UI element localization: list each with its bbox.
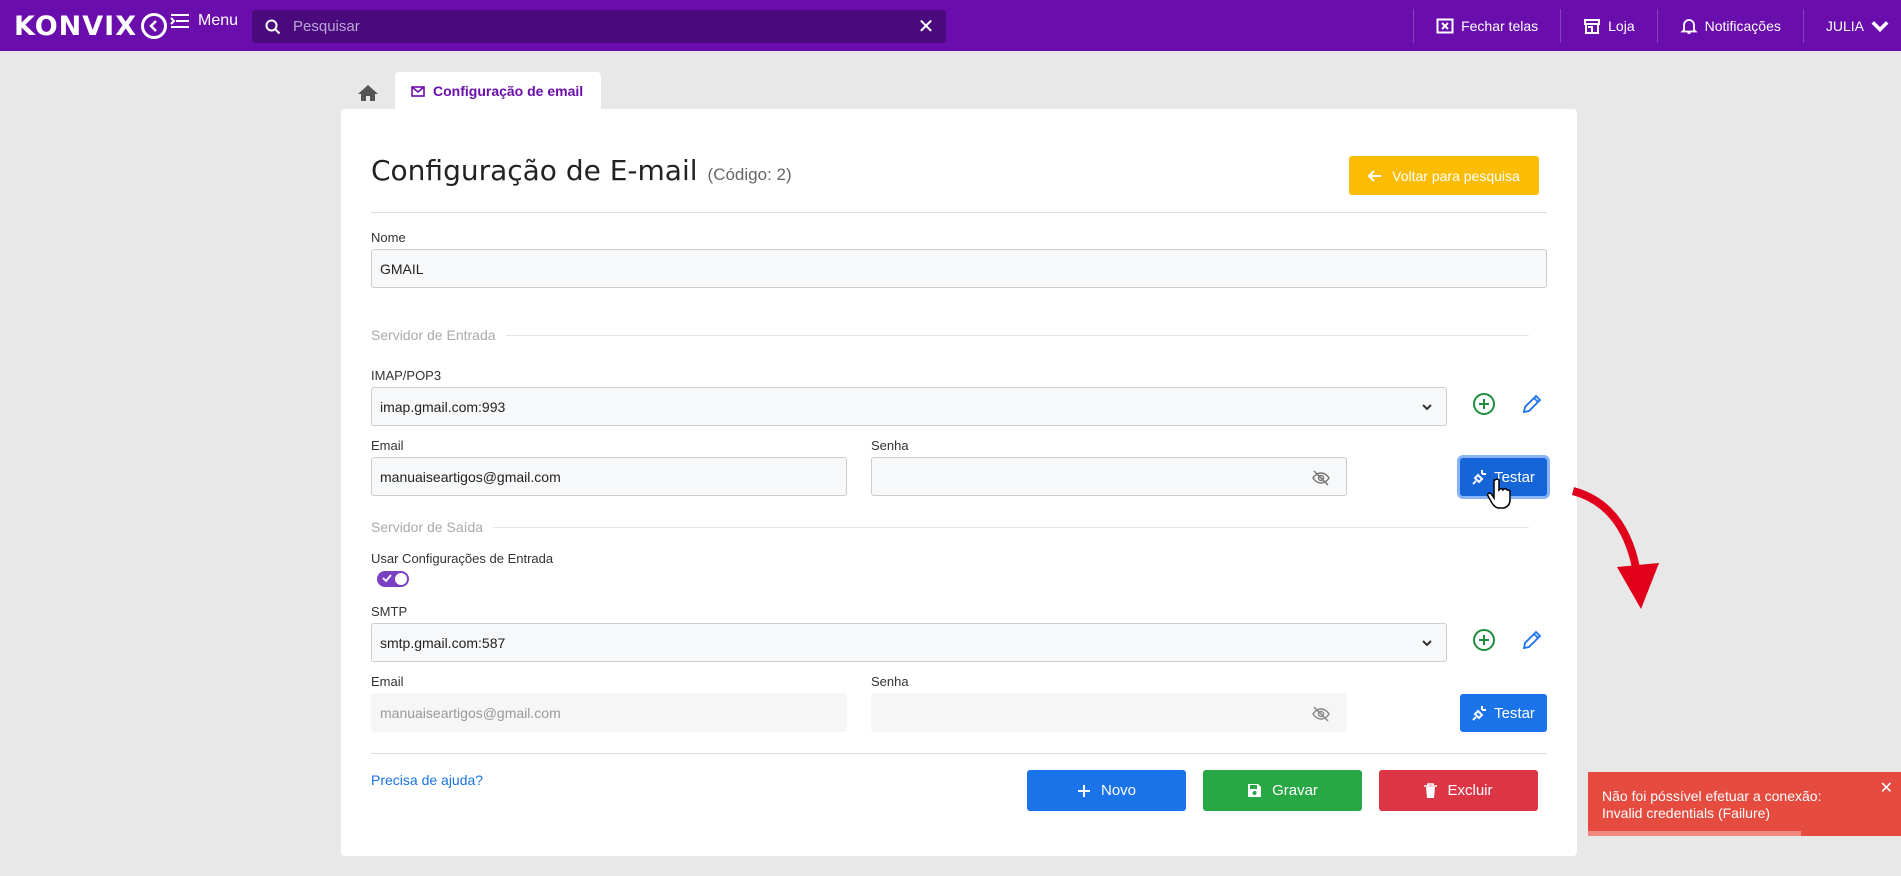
bell-icon bbox=[1679, 18, 1698, 34]
chevron-down-icon bbox=[1422, 404, 1432, 411]
notifications-button[interactable]: Notificações bbox=[1658, 17, 1803, 35]
incoming-email-field[interactable]: manuaiseartigos@gmail.com bbox=[371, 457, 847, 496]
outgoing-password-label: Senha bbox=[871, 674, 909, 689]
save-button-label: Gravar bbox=[1272, 782, 1318, 799]
close-window-icon bbox=[1436, 18, 1454, 33]
incoming-email-label: Email bbox=[371, 438, 404, 453]
plug-icon bbox=[1472, 470, 1487, 485]
edit-smtp-server-button[interactable] bbox=[1518, 626, 1546, 654]
eye-off-icon[interactable] bbox=[1312, 469, 1330, 487]
divider bbox=[493, 526, 1529, 528]
error-toast: Não foi póssível efetuar a conexão: Inva… bbox=[1588, 772, 1901, 836]
divider bbox=[505, 334, 1529, 336]
test-outgoing-button[interactable]: Testar bbox=[1460, 694, 1547, 732]
outgoing-email-value: manuaiseartigos@gmail.com bbox=[380, 704, 561, 721]
page-title: Configuração de E-mail (Código: 2) bbox=[371, 154, 792, 187]
chevron-down-icon bbox=[1422, 640, 1432, 647]
imap-server-select[interactable]: imap.gmail.com:993 bbox=[371, 387, 1447, 426]
imap-label: IMAP/POP3 bbox=[371, 368, 442, 383]
imap-server-value: imap.gmail.com:993 bbox=[380, 398, 506, 415]
user-menu[interactable]: JULIA bbox=[1804, 17, 1901, 35]
smtp-label: SMTP bbox=[371, 604, 408, 619]
test-outgoing-label: Testar bbox=[1494, 704, 1535, 722]
store-button[interactable]: Loja bbox=[1561, 17, 1656, 35]
brand-name: KONVIX bbox=[14, 10, 138, 42]
outgoing-email-label: Email bbox=[371, 674, 404, 689]
incoming-section-title: Servidor de Entrada bbox=[371, 327, 496, 343]
incoming-password-label: Senha bbox=[871, 438, 909, 453]
smtp-server-select[interactable]: smtp.gmail.com:587 bbox=[371, 623, 1447, 662]
clear-search-icon[interactable]: ✕ bbox=[916, 16, 936, 38]
red-arrow-annotation-icon bbox=[1571, 487, 1659, 609]
name-field[interactable]: GMAIL bbox=[371, 249, 1547, 288]
incoming-server-section: Servidor de Entrada bbox=[371, 327, 1529, 343]
floppy-disk-icon bbox=[1248, 784, 1262, 797]
toast-progress-bar bbox=[1588, 831, 1801, 836]
smtp-server-value: smtp.gmail.com:587 bbox=[380, 634, 506, 651]
trash-icon bbox=[1424, 783, 1438, 798]
name-label: Nome bbox=[371, 230, 406, 245]
hand-cursor-icon bbox=[1487, 478, 1511, 509]
tab-email-config[interactable]: Configuração de email bbox=[395, 72, 601, 110]
konvix-logo[interactable]: KONVIX bbox=[14, 10, 168, 42]
toast-message: Não foi póssível efetuar a conexão: Inva… bbox=[1602, 788, 1822, 821]
tab-label: Configuração de email bbox=[433, 83, 584, 99]
plus-icon bbox=[1077, 784, 1090, 797]
edit-imap-server-button[interactable] bbox=[1518, 390, 1546, 418]
add-smtp-server-button[interactable] bbox=[1470, 626, 1498, 654]
chevron-down-icon bbox=[1871, 20, 1889, 32]
check-icon bbox=[382, 574, 392, 583]
close-screens-button[interactable]: Fechar telas bbox=[1414, 17, 1560, 35]
pencil-icon bbox=[1522, 630, 1542, 650]
search-input[interactable] bbox=[293, 18, 916, 35]
outgoing-section-title: Servidor de Saída bbox=[371, 519, 484, 535]
store-label: Loja bbox=[1608, 17, 1635, 34]
save-button[interactable]: Gravar bbox=[1203, 770, 1362, 811]
home-icon bbox=[358, 85, 378, 101]
outgoing-email-field: manuaiseartigos@gmail.com bbox=[371, 693, 847, 732]
top-bar: KONVIX Menu ✕ Fechar telas Loja Notifica… bbox=[0, 0, 1901, 51]
plug-icon bbox=[1472, 706, 1487, 721]
plus-circle-icon bbox=[1473, 393, 1495, 415]
close-screens-label: Fechar telas bbox=[1461, 17, 1539, 34]
incoming-email-value: manuaiseartigos@gmail.com bbox=[380, 468, 561, 485]
back-button-label: Voltar para pesquisa bbox=[1392, 167, 1520, 184]
eye-off-icon bbox=[1312, 706, 1330, 722]
store-icon bbox=[1584, 18, 1601, 34]
email-config-card: Configuração de E-mail (Código: 2) Volta… bbox=[341, 109, 1577, 856]
incoming-password-field[interactable] bbox=[871, 457, 1347, 496]
arrow-left-icon bbox=[1368, 169, 1382, 182]
delete-button-label: Excluir bbox=[1447, 782, 1493, 799]
new-button[interactable]: Novo bbox=[1027, 770, 1186, 811]
new-button-label: Novo bbox=[1100, 782, 1137, 799]
top-actions: Fechar telas Loja Notificações JULIA bbox=[1413, 0, 1901, 51]
divider bbox=[371, 753, 1547, 754]
pencil-icon bbox=[1522, 394, 1542, 414]
divider bbox=[371, 212, 1547, 213]
mail-settings-icon bbox=[411, 85, 425, 97]
outgoing-password-field bbox=[871, 693, 1347, 732]
record-code: (Código: 2) bbox=[707, 165, 792, 184]
outgoing-server-section: Servidor de Saída bbox=[371, 519, 1529, 535]
home-tab[interactable] bbox=[347, 78, 389, 108]
search-icon bbox=[265, 19, 281, 34]
delete-button[interactable]: Excluir bbox=[1379, 770, 1538, 811]
notifications-label: Notificações bbox=[1704, 17, 1781, 34]
back-to-search-button[interactable]: Voltar para pesquisa bbox=[1349, 156, 1539, 195]
help-link[interactable]: Precisa de ajuda? bbox=[371, 772, 483, 788]
logo-mark-icon bbox=[141, 13, 168, 39]
menu-button[interactable]: Menu bbox=[170, 12, 238, 30]
name-value: GMAIL bbox=[380, 260, 424, 277]
plus-circle-icon bbox=[1473, 629, 1495, 651]
menu-label: Menu bbox=[198, 12, 239, 29]
use-incoming-label: Usar Configurações de Entrada bbox=[371, 551, 554, 566]
close-icon[interactable]: ✕ bbox=[1880, 780, 1893, 797]
add-imap-server-button[interactable] bbox=[1470, 390, 1498, 418]
page-title-text: Configuração de E-mail bbox=[371, 154, 698, 187]
menu-icon bbox=[170, 14, 189, 28]
search-box: ✕ bbox=[252, 10, 946, 43]
use-incoming-toggle[interactable] bbox=[377, 571, 409, 587]
user-name: JULIA bbox=[1825, 17, 1864, 34]
toggle-knob bbox=[395, 573, 407, 585]
